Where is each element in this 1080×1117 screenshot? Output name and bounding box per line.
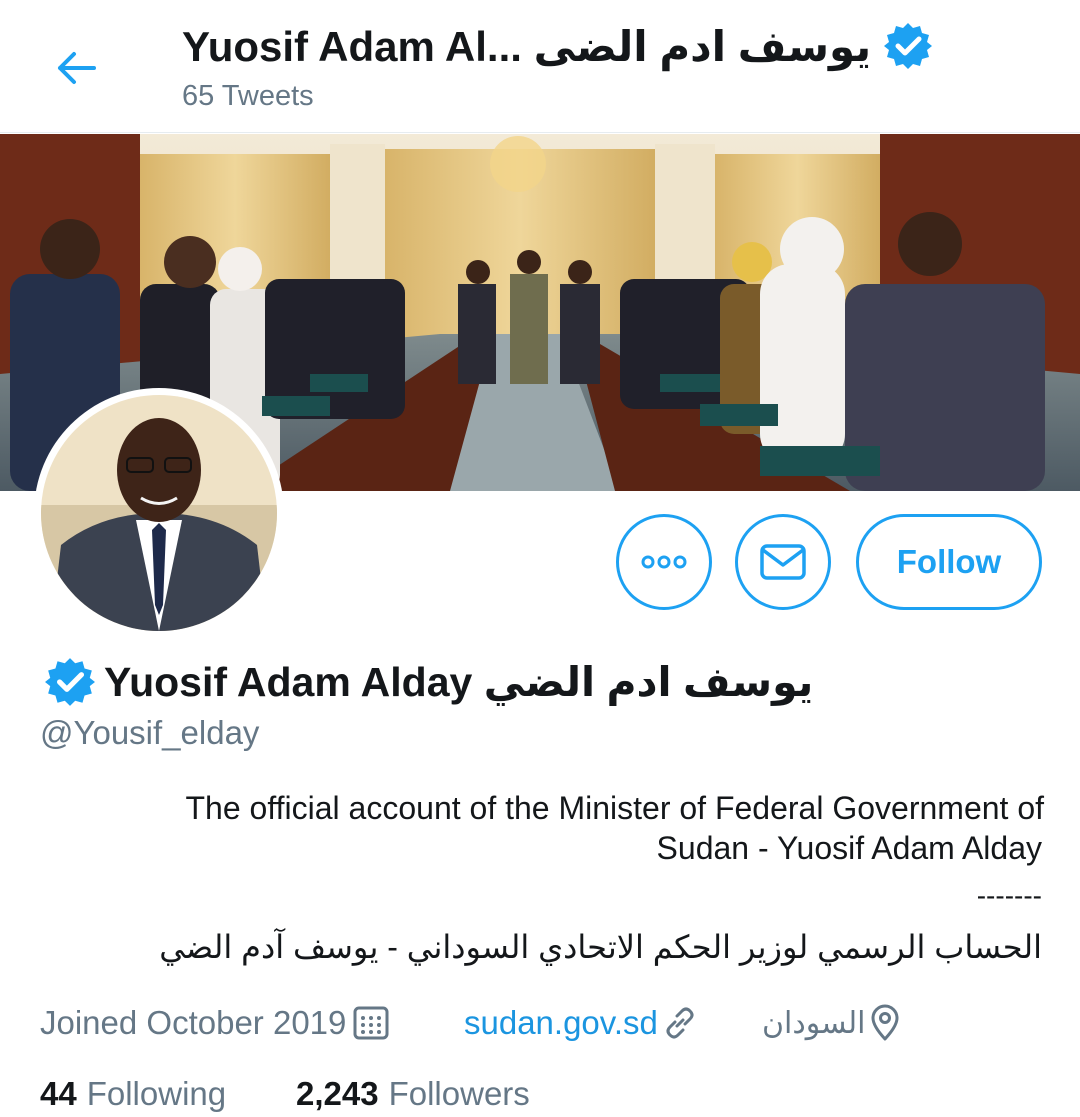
bio-arabic: الحساب الرسمي لوزير الحكم الاتحادي السود… [159,929,1042,965]
calendar-icon [353,1006,389,1040]
header-title-row: Yuosif Adam Al... يوسف ادم الضى [182,18,933,74]
following-label: Following [86,1075,227,1112]
location-text: السودان [762,1006,866,1040]
joined-text: Joined October 2019 [40,1004,347,1041]
verified-badge-icon [44,656,96,708]
followers-label: Followers [388,1075,530,1112]
bio-separator: ------- [976,880,1042,911]
more-horizontal-icon [641,555,687,569]
following-count: 44 [40,1075,77,1112]
profile-handle: @Yousif_elday [40,714,260,751]
profile-avatar[interactable] [34,388,284,638]
back-button[interactable] [50,46,102,90]
followers-stat[interactable]: 2,243 Followers [296,1070,530,1117]
arrow-left-icon [58,52,96,84]
bio-english-line1: The official account of the Minister of … [185,790,1045,826]
bio-english-line2: Sudan - Yuosif Adam Alday [656,830,1042,866]
avatar-photo [41,395,277,631]
header-title: Yuosif Adam Al... يوسف ادم الضى [182,22,872,70]
more-options-button[interactable] [616,514,712,610]
tweet-count: 65 Tweets [182,80,314,112]
followers-count: 2,243 [296,1075,379,1112]
website-text[interactable]: sudan.gov.sd [464,1004,658,1042]
link-icon [666,1007,694,1039]
location-pin-icon [871,1004,899,1041]
verified-badge-icon [883,21,933,71]
website-link[interactable]: sudan.gov.sd [464,998,698,1048]
profile-name-row: Yuosif Adam Alday يوسف ادم الضي [44,652,813,712]
profile-location: السودان [762,998,901,1048]
joined-date: Joined October 2019 [40,998,390,1048]
profile-display-name: Yuosif Adam Alday يوسف ادم الضي [104,659,814,705]
message-button[interactable] [735,514,831,610]
follow-button[interactable]: Follow [856,514,1042,610]
envelope-icon [760,544,806,580]
profile-header-bar: Yuosif Adam Al... يوسف ادم الضى 65 Tweet… [0,0,1080,133]
following-stat[interactable]: 44 Following [40,1070,226,1117]
